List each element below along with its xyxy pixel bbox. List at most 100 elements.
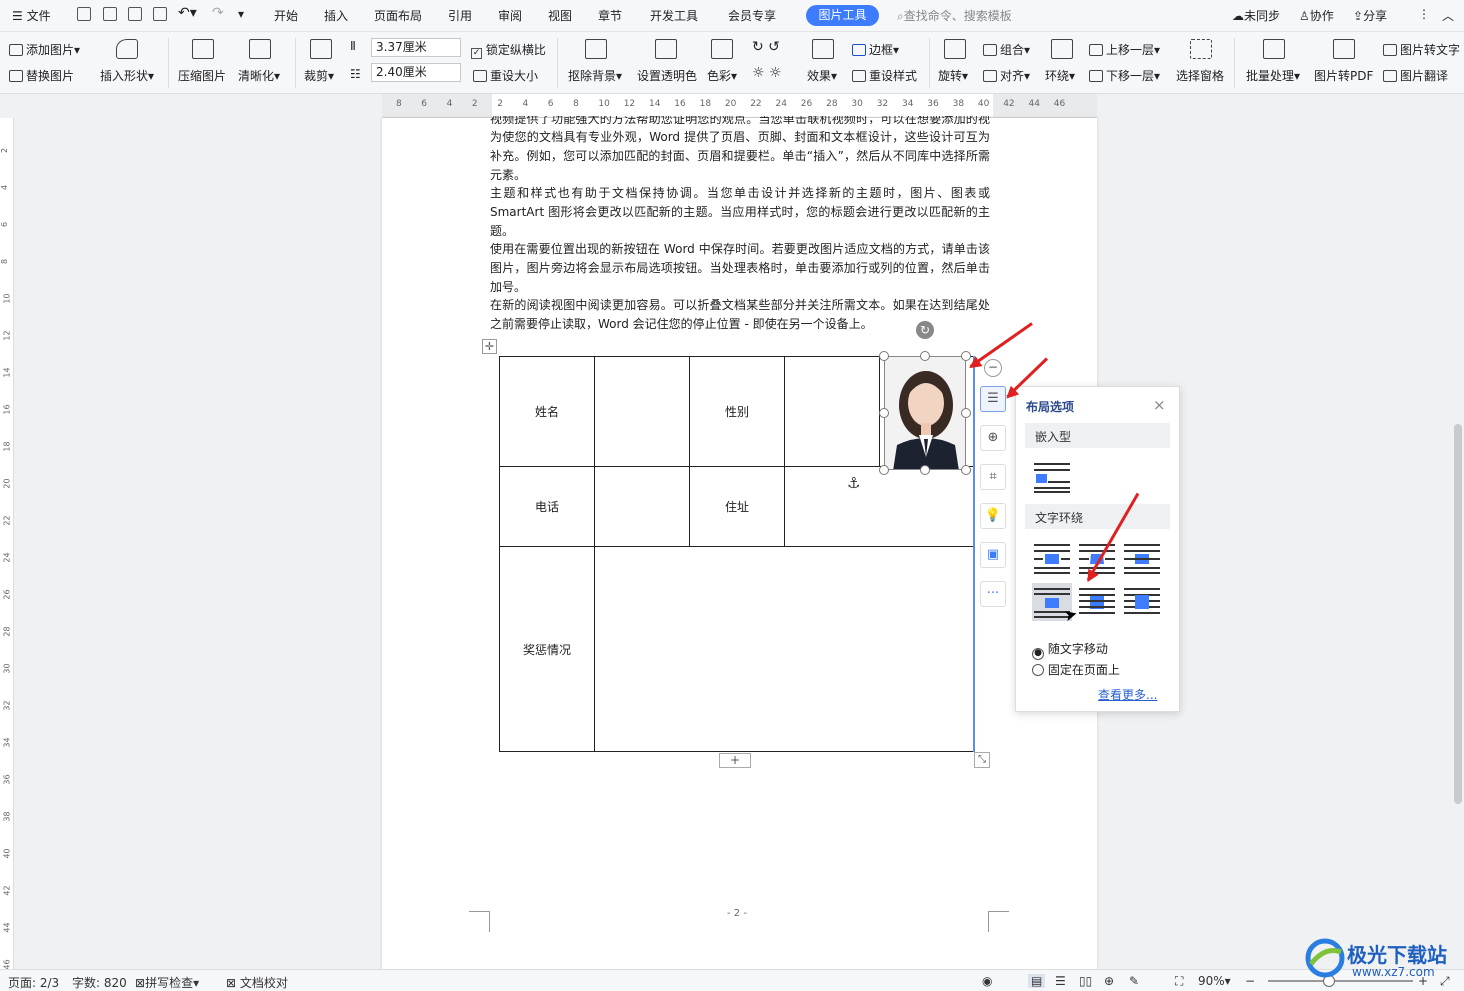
paragraph-3[interactable]: 主题和样式也有助于文档保持协调。当您单击设计并选择新的主题时，图片、图表或 Sm…	[490, 184, 990, 240]
zoom-slider[interactable]	[1268, 975, 1413, 987]
reset-style-button[interactable]: 重设样式	[852, 67, 917, 84]
file-menu[interactable]: ☰ 文件	[12, 7, 51, 24]
lock-ratio-checkbox[interactable]: ✓ 锁定纵横比	[471, 41, 546, 59]
fix-on-page-radio[interactable]: 固定在页面上	[1032, 661, 1120, 678]
collab-button[interactable]: ♙协作	[1299, 7, 1334, 24]
paragraph-2[interactable]: 为使您的文档具有专业外观，Word 提供了页眉、页脚、封面和文本框设计，这些设计…	[490, 128, 990, 184]
border-button[interactable]: 边框▾	[852, 41, 899, 58]
bring-forward-button[interactable]: 上移一层▾	[1089, 41, 1160, 58]
layout-options-button[interactable]: ☰	[980, 386, 1006, 412]
rotate-handle-icon[interactable]: ↻	[916, 321, 934, 339]
table-cell[interactable]	[594, 466, 690, 547]
page-view-icon[interactable]: ▤	[1028, 974, 1046, 988]
table-cell[interactable]: 电话	[499, 466, 595, 547]
table-cell[interactable]: 住址	[689, 466, 785, 547]
in-front-text-option[interactable]	[1124, 586, 1160, 618]
behind-text-option[interactable]	[1079, 586, 1115, 618]
read-view-icon[interactable]: ▯▯	[1079, 974, 1092, 988]
collapse-icon[interactable]: −	[984, 359, 1002, 377]
outline-view-icon[interactable]: ☰	[1055, 974, 1066, 988]
set-transparent-button[interactable]: 设置透明色	[637, 67, 697, 84]
resize-handle[interactable]	[920, 465, 930, 475]
vertical-ruler[interactable]: 2 4 6 8 10 12 14 16 18 20 22 24 26 28 30 32 34 36 38 40 42 44…	[0, 118, 14, 973]
portrait-photo[interactable]	[884, 356, 966, 470]
collapse-ribbon-icon[interactable]: ︿	[1442, 7, 1454, 24]
to-text-button[interactable]: 图片转文字	[1383, 41, 1463, 58]
batch-button[interactable]: 批量处理▾	[1246, 67, 1300, 84]
table-cell[interactable]	[594, 356, 690, 467]
table-cell[interactable]	[784, 356, 880, 467]
tight-wrap-option[interactable]	[1079, 542, 1115, 574]
resize-handle[interactable]	[920, 351, 930, 361]
contrast-icon[interactable]: ☼ ☼	[752, 65, 782, 81]
spell-check-button[interactable]: ⊠拼写检查▾	[135, 974, 199, 991]
tab-reference[interactable]: 引用	[448, 7, 472, 24]
tab-chapter[interactable]: 章节	[598, 7, 622, 24]
zoom-picture-button[interactable]: ⊕	[980, 425, 1006, 451]
resize-handle[interactable]	[879, 351, 889, 361]
reset-size-button[interactable]: 重设大小	[473, 67, 538, 84]
resize-handle[interactable]	[961, 408, 971, 418]
tab-picture-tools[interactable]: 图片工具	[806, 5, 879, 26]
table-resize-handle[interactable]: ⤡	[974, 752, 990, 768]
pen-icon[interactable]: ✎	[1129, 974, 1139, 988]
rotate-button[interactable]: 旋转▾	[938, 67, 968, 84]
table-move-handle[interactable]: ✛	[482, 339, 497, 354]
more-options-button[interactable]: ···	[980, 581, 1006, 607]
square-wrap-option[interactable]	[1034, 542, 1070, 574]
fullscreen-icon[interactable]: ⤢	[1440, 974, 1450, 989]
tab-review[interactable]: 审阅	[498, 7, 522, 24]
print-icon[interactable]	[128, 7, 142, 21]
height-input[interactable]: 3.37厘米	[371, 38, 461, 57]
paragraph-4[interactable]: 使用在需要位置出现的新按钮在 Word 中保存时间。若要更改图片适应文档的方式，…	[490, 240, 990, 296]
compress-button[interactable]: 压缩图片	[178, 67, 226, 84]
crop-button[interactable]: 裁剪▾	[304, 67, 334, 84]
more-icon[interactable]: ⋮	[1418, 7, 1430, 21]
idea-button[interactable]: 💡	[980, 503, 1006, 529]
table-cell[interactable]: 姓名	[499, 356, 595, 467]
tab-developer[interactable]: 开发工具	[650, 7, 698, 24]
inline-wrap-option[interactable]	[1034, 461, 1070, 493]
redo-icon[interactable]: ↷	[212, 5, 224, 21]
close-icon[interactable]: ×	[1153, 396, 1166, 414]
command-search[interactable]: ⌕查找命令、搜索模板	[897, 7, 1012, 24]
add-picture-button[interactable]: 添加图片▾	[9, 41, 80, 58]
width-input[interactable]: 2.40厘米	[371, 63, 461, 82]
tab-home[interactable]: 开始	[274, 7, 298, 24]
fit-page-icon[interactable]: ⛶	[1175, 974, 1183, 989]
zoom-level[interactable]: 90%▾	[1198, 974, 1231, 988]
see-more-link[interactable]: 查看更多...	[1098, 686, 1157, 703]
color-button[interactable]: 色彩▾	[707, 67, 737, 84]
clarify-button[interactable]: 清晰化▾	[238, 67, 280, 84]
export-pdf-icon[interactable]	[103, 7, 117, 21]
table-cell[interactable]: 奖惩情况	[499, 546, 595, 752]
word-count[interactable]: 字数: 820	[72, 974, 127, 991]
resize-handle[interactable]	[879, 465, 889, 475]
wrap-button[interactable]: 环绕▾	[1045, 67, 1075, 84]
print-preview-icon[interactable]	[153, 7, 167, 21]
doc-proof-button[interactable]: ⊠ 文档校对	[226, 974, 288, 991]
move-with-text-radio[interactable]: ● 随文字移动	[1032, 640, 1108, 660]
vertical-scrollbar[interactable]	[1452, 94, 1464, 969]
scroll-thumb[interactable]	[1454, 424, 1462, 804]
zoom-out-icon[interactable]: −	[1245, 974, 1255, 988]
table-cell[interactable]	[594, 546, 975, 752]
insert-shape-button[interactable]: 插入形状▾	[100, 67, 154, 84]
through-wrap-option[interactable]	[1124, 542, 1160, 574]
add-row-button[interactable]: +	[719, 753, 751, 768]
page-indicator[interactable]: 页面: 2/3	[8, 974, 59, 991]
tab-page-layout[interactable]: 页面布局	[374, 7, 422, 24]
more-quick-icon[interactable]: ▾	[238, 7, 244, 21]
replace-picture-button[interactable]: 替换图片	[9, 67, 74, 84]
selection-pane-button[interactable]: 选择窗格	[1176, 67, 1224, 84]
paragraph-5[interactable]: 在新的阅读视图中阅读更加容易。可以折叠文档某些部分并关注所需文本。如果在达到结尾…	[490, 296, 990, 334]
resize-handle[interactable]	[879, 408, 889, 418]
picture-tool-button[interactable]: ▣	[980, 542, 1006, 568]
crop-side-button[interactable]: ⌗	[980, 464, 1006, 490]
remove-bg-button[interactable]: 抠除背景▾	[568, 67, 622, 84]
web-view-icon[interactable]: ⊕	[1104, 974, 1114, 988]
align-button[interactable]: 对齐▾	[983, 67, 1030, 84]
to-pdf-button[interactable]: 图片转PDF	[1314, 67, 1373, 84]
undo-icon[interactable]: ↶▾	[178, 5, 197, 21]
horizontal-ruler[interactable]: 8 6 4 2 2 4 6 8 10 12 14 16 18 20 22 24 26 28 30 32 34 36 38 40…	[382, 94, 1097, 118]
